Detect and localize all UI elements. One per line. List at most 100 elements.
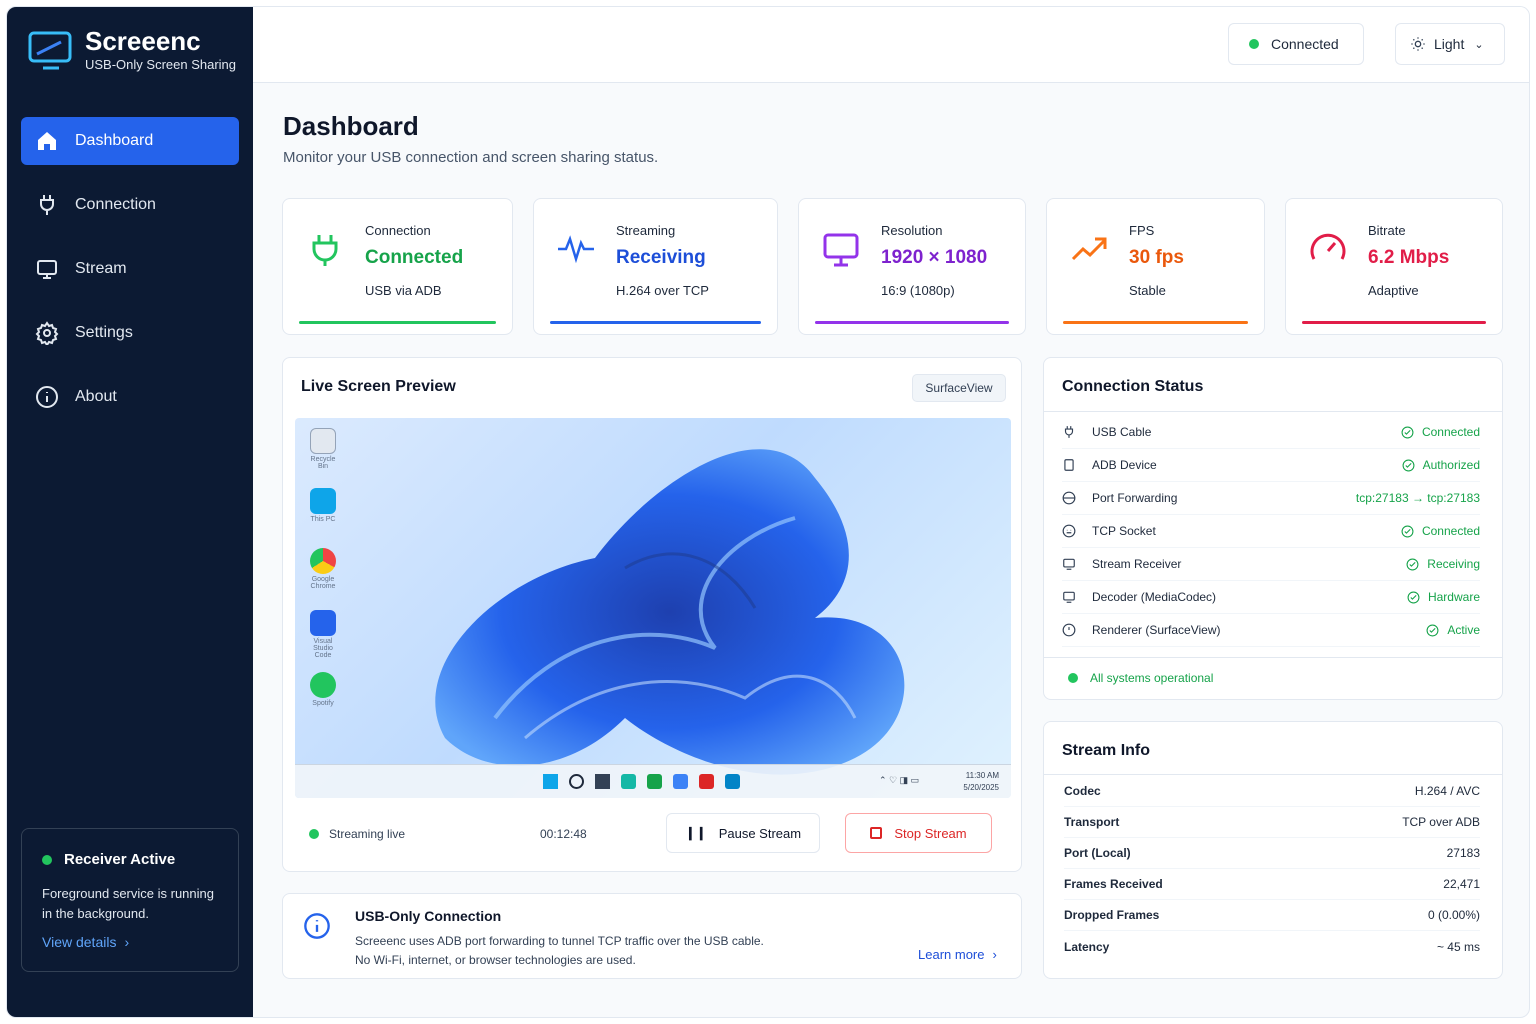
info-key: Port (Local) <box>1064 846 1131 860</box>
status-value-text: Connected <box>1421 524 1480 538</box>
status-row-name: Renderer (SurfaceView) <box>1092 623 1221 637</box>
app-icon[interactable] <box>699 774 714 789</box>
status-row-tcp-socket: TCP Socket Connected <box>1062 515 1480 548</box>
start-icon[interactable] <box>543 774 558 789</box>
task-view-icon[interactable] <box>595 774 610 789</box>
home-icon <box>38 132 56 150</box>
info-icon <box>36 386 58 408</box>
sidebar-item-label: Settings <box>75 324 133 341</box>
app-window: Screeenc USB-Only Screen Sharing Dashboa… <box>6 6 1530 1018</box>
pause-stream-button[interactable]: ❙❙ Pause Stream <box>666 813 820 853</box>
renderer-icon <box>1062 623 1076 637</box>
stop-stream-button[interactable]: Stop Stream <box>845 813 992 853</box>
status-row-name: ADB Device <box>1092 458 1157 472</box>
status-row-value: Connected <box>1401 425 1480 439</box>
stat-label: FPS <box>1129 223 1155 238</box>
theme-toggle[interactable]: Light ⌄ <box>1395 23 1505 65</box>
stat-sub: USB via ADB <box>365 283 442 298</box>
info-row-frames-received: Frames Received 22,471 <box>1064 869 1480 900</box>
sidebar-item-stream[interactable]: Stream <box>21 245 239 293</box>
theme-label: Light <box>1434 36 1465 52</box>
sidebar-item-settings[interactable]: Settings <box>21 309 239 357</box>
connection-status-title: Connection Status <box>1062 378 1204 395</box>
stat-value: 30 fps <box>1129 247 1184 268</box>
stat-bar <box>550 321 761 324</box>
check-circle-icon <box>1401 525 1414 537</box>
stop-icon <box>870 827 883 839</box>
stat-sub: Adaptive <box>1368 283 1419 298</box>
sun-icon <box>1411 37 1425 51</box>
streaming-status-label: Streaming live <box>329 827 406 841</box>
connection-status-pill[interactable]: Connected <box>1228 23 1364 65</box>
search-icon[interactable] <box>569 774 584 789</box>
stat-sub: 16:9 (1080p) <box>881 283 955 298</box>
status-dot <box>1249 39 1259 49</box>
info-value: ~ 45 ms <box>1436 939 1480 954</box>
check-circle-icon <box>1426 624 1439 636</box>
stat-sub: Stable <box>1129 283 1166 298</box>
globe-icon <box>1062 491 1076 505</box>
info-value: H.264 / AVC <box>1414 784 1480 798</box>
phone-icon <box>1064 459 1074 471</box>
desktop-icon-chrome[interactable]: Google Chrome <box>305 548 341 590</box>
sidebar-item-label: Dashboard <box>75 132 154 149</box>
spotify-icon <box>310 672 336 698</box>
status-value-text: Authorized <box>1422 458 1480 472</box>
page-title: Dashboard <box>283 111 419 141</box>
status-row-value: Connected <box>1401 524 1480 538</box>
stat-bar <box>815 321 1009 324</box>
chevron-right-icon: › <box>124 934 130 950</box>
status-dot <box>42 854 52 865</box>
sidebar: Screeenc USB-Only Screen Sharing Dashboa… <box>7 7 253 1017</box>
computer-icon <box>310 488 336 514</box>
info-key: Dropped Frames <box>1064 908 1160 922</box>
systems-status: All systems operational <box>1068 671 1213 685</box>
stream-timer: 00:12:48 <box>540 827 587 841</box>
settings-app-icon[interactable] <box>725 774 740 789</box>
stat-value: Connected <box>365 247 464 268</box>
status-dot <box>309 829 319 839</box>
stat-card-bitrate: Bitrate 6.2 Mbps Adaptive <box>1285 198 1503 335</box>
sidebar-item-label: About <box>75 388 117 405</box>
monitor-logo-icon <box>28 31 72 69</box>
store-icon[interactable] <box>647 774 662 789</box>
stat-label: Resolution <box>881 223 943 238</box>
status-row-name: Stream Receiver <box>1092 557 1182 571</box>
sidebar-item-connection[interactable]: Connection <box>21 181 239 229</box>
status-dot <box>1068 673 1078 683</box>
desktop-icon-this-pc[interactable]: This PC <box>305 488 341 523</box>
page-subtitle: Monitor your USB connection and screen s… <box>283 149 659 166</box>
view-details-link[interactable]: View details › <box>42 934 218 950</box>
edge-icon[interactable] <box>621 774 636 789</box>
topbar: Connected Light ⌄ <box>253 7 1529 83</box>
check-circle-icon <box>1406 558 1419 570</box>
taskbar-clock: 11:30 AM 5/20/2025 <box>963 770 999 794</box>
vscode-icon <box>310 610 336 636</box>
info-key: Frames Received <box>1064 877 1163 891</box>
renderer-badge: SurfaceView <box>912 374 1006 402</box>
mail-icon[interactable] <box>673 774 688 789</box>
desktop-icon-vscode[interactable]: Visual Studio Code <box>305 610 341 659</box>
check-circle-icon <box>1401 426 1414 438</box>
desktop-icon-label: Recycle Bin <box>310 456 336 470</box>
sidebar-item-about[interactable]: About <box>21 373 239 421</box>
status-row-value: Active <box>1426 623 1480 637</box>
desktop-icon-spotify[interactable]: Spotify <box>305 672 341 707</box>
screen-preview[interactable]: Recycle Bin This PC Google Chrome Visual… <box>295 418 1011 798</box>
connection-status-label: Connected <box>1271 36 1339 52</box>
stat-bar <box>1302 321 1486 324</box>
monitor-icon <box>1063 558 1075 570</box>
info-value: 0 (0.00%) <box>1427 908 1480 922</box>
sidebar-item-dashboard[interactable]: Dashboard <box>21 117 239 165</box>
clock-time: 11:30 AM <box>965 771 999 780</box>
usb-line1: Screeenc uses ADB port forwarding to tun… <box>355 934 764 948</box>
status-row-stream-receiver: Stream Receiver Receiving <box>1062 548 1480 581</box>
sidebar-item-label: Stream <box>75 260 127 277</box>
desktop-icon-label: This PC <box>310 516 336 523</box>
stream-info-title: Stream Info <box>1062 742 1151 759</box>
trending-up-icon <box>1071 237 1107 261</box>
learn-more-link[interactable]: Learn more › <box>918 947 997 962</box>
desktop-icon-recycle-bin[interactable]: Recycle Bin <box>305 428 341 470</box>
receiver-title: Receiver Active <box>64 851 176 868</box>
taskbar-apps <box>543 774 740 789</box>
